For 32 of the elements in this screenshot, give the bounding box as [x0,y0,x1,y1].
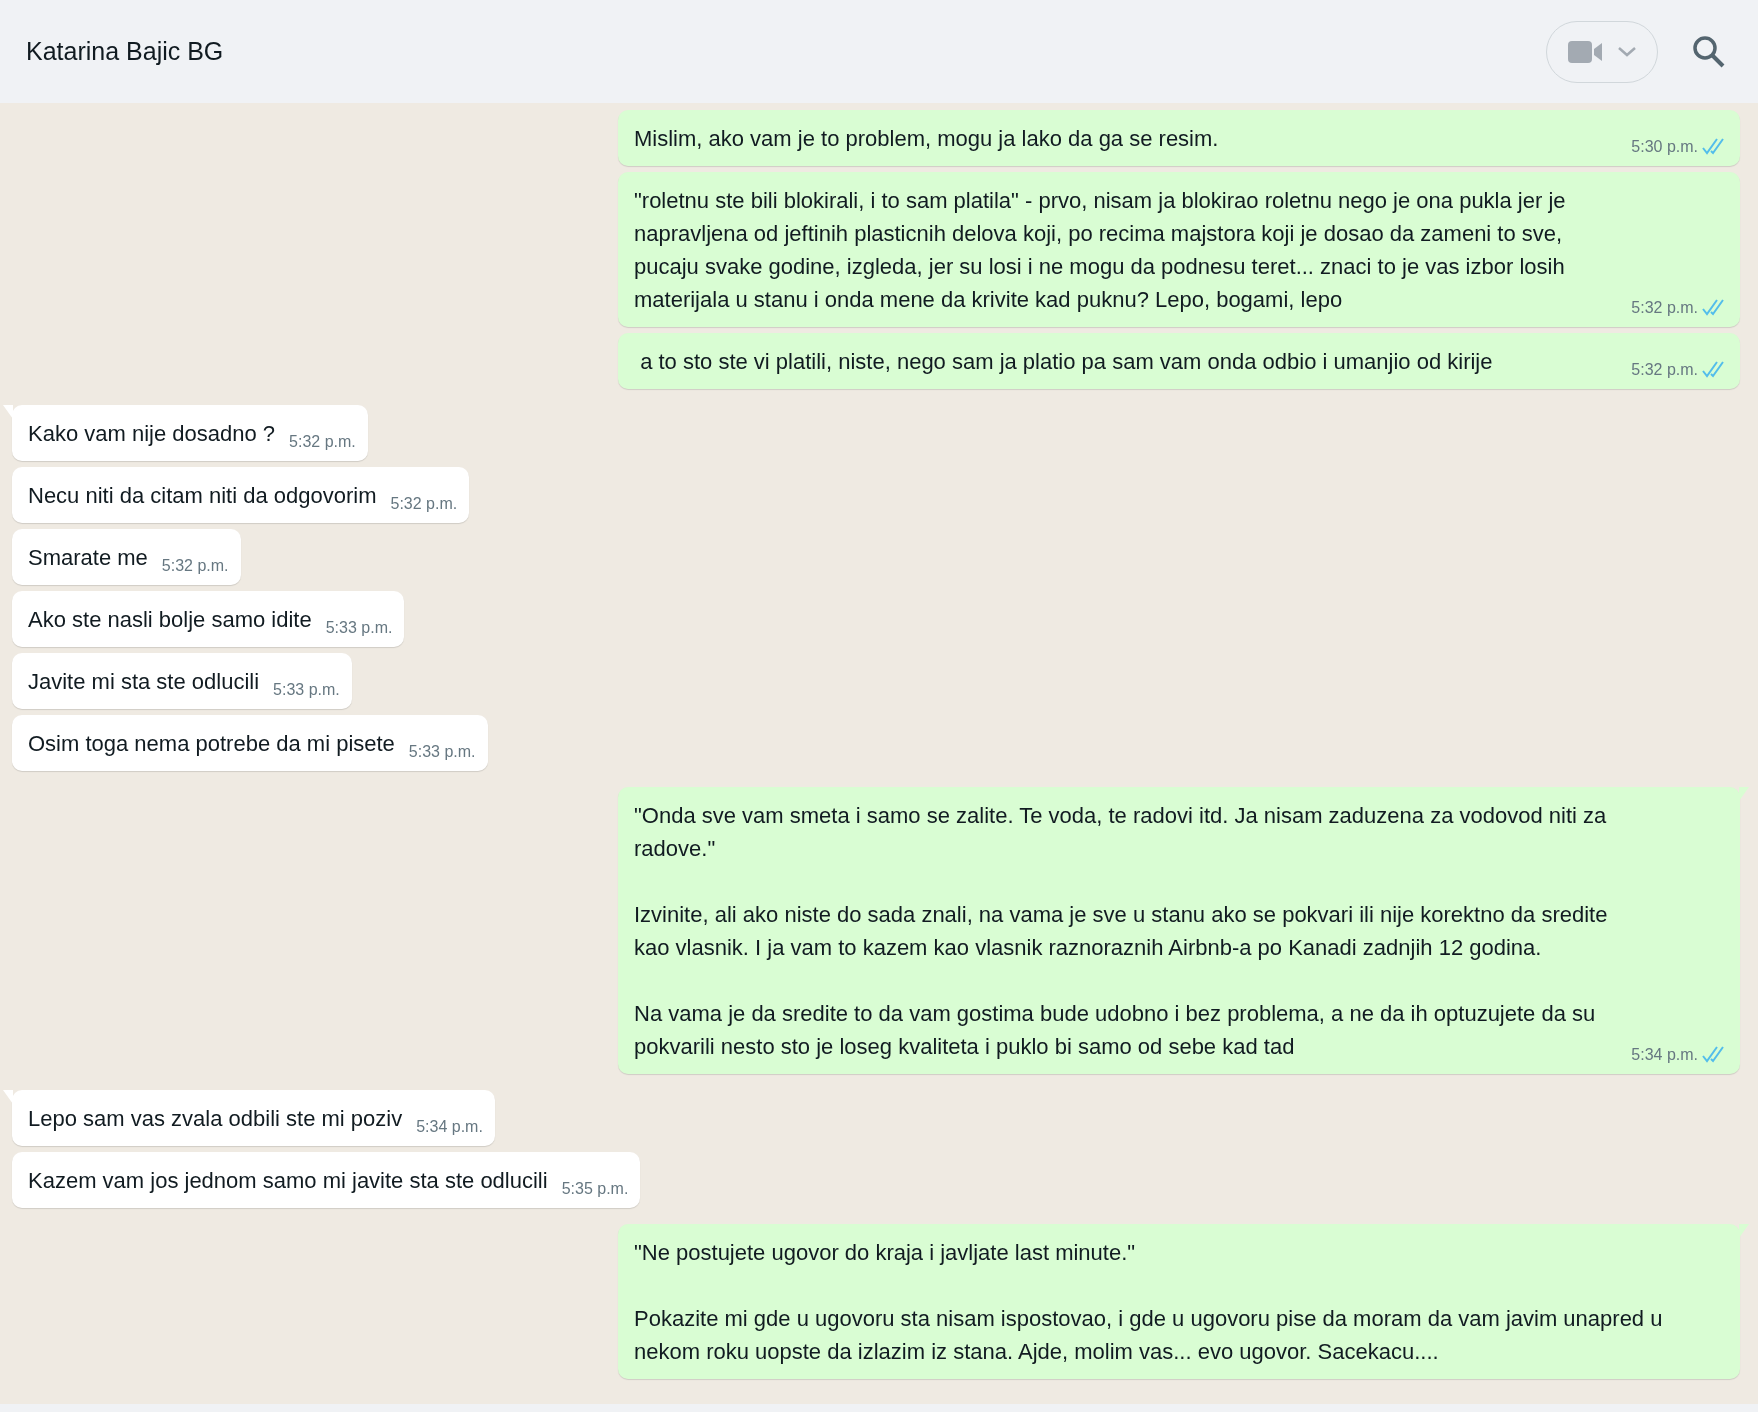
message-text: Pokazite mi gde u ugovoru sta nisam ispostovao, i gde u ugovoru pise da moram da vam javim unapred u nekom roku uopste da izlazim iz stana. Ajde, molim vas... evo ugovor. Sacekacu.... [634,1305,1664,1366]
message-time: 5:34 p.m. [1631,1045,1698,1065]
video-camera-icon [1568,40,1604,63]
message-text: Smarate me [28,544,148,572]
message-time: 5:32 p.m. [289,432,356,452]
message-time: 5:33 p.m. [273,680,340,700]
message-text: "roletnu ste bili blokirali, i to sam platila" - prvo, nisam ja blokirao roletnu nego je ona pukla jer je napravljena od jeftinih plasticnih delova koji, po recima majstora koji je dosao da zameni to sve, pucaju svake godine, izgleda, jer su losi i ne mogu da podnesu teret... znaci to je vas izbor losih materijala u stanu i onda mene da krivite kad puknu? Lepo, bogami, lepo [634,187,1567,314]
message-time: 5:32 p.m. [1631,298,1698,318]
message-text: Kako vam nije dosadno ? [28,420,276,448]
message-time: 5:33 p.m. [325,618,393,638]
message-text: Ako ste nasli bolje samo idite [28,606,312,634]
message-time: 5:30 p.m. [1631,137,1698,157]
message-time: 5:34 p.m. [416,1117,483,1137]
message-time: 5:32 p.m. [161,556,229,576]
message-text: Lepo sam vas zvala odbili ste mi poziv [28,1105,403,1133]
message-text: a to sto ste vi platili, niste, nego sam ja platio pa sam vam onda odbio i umanjio od kirije [639,348,1494,376]
message-time: 5:32 p.m. [390,494,458,514]
message-text: Izvinite, ali ako niste do sada znali, na vama je sve u stanu ako se pokvari ili nije korektno da sredite kao vlasnik. I ja vam to kazem kao vlasnik raznoraznih Airbnb-a po Kanadi zadnjih 12 godina. [634,901,1609,962]
message-text: "Ne postujete ugovor do kraja i javljate last minute." [634,1239,1137,1267]
message-text: Kazem vam jos jednom samo mi javite sta ste odlucili [28,1167,548,1195]
message-time: 5:33 p.m. [408,742,476,762]
contact-name[interactable]: Katarina Bajic BG [26,32,1546,71]
message-text: Necu niti da citam niti da odgovorim [28,482,377,510]
message-text: Javite mi sta ste odlucili [28,668,260,696]
message-text: Osim toga nema potrebe da mi pisete [28,730,395,758]
message-time: 5:32 p.m. [1631,360,1698,380]
message-text: Na vama je da sredite to da vam gostima bude udobno i bez problema, a ne da ih optuzujete da su pokvarili nesto sto je loseg kvaliteta i puklo bi samo od sebe kad tad [634,1000,1597,1061]
chevron-down-icon [1618,46,1636,57]
message-text: Mislim, ako vam je to problem, mogu ja lako da ga se resim. [634,125,1220,153]
message-time: 5:35 p.m. [561,1179,629,1199]
message-text: "Onda sve vam smeta i samo se zalite. Te voda, te radovi itd. Ja nisam zaduzena za vodovod niti za radove." [634,802,1608,863]
search-icon[interactable] [1692,34,1726,69]
